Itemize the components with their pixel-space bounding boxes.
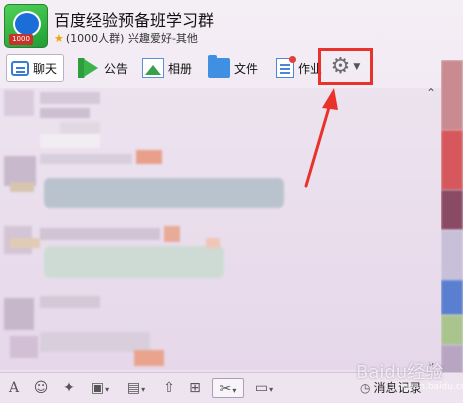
folder-icon: [208, 55, 230, 78]
tab-album[interactable]: 相册: [138, 54, 196, 82]
tab-bar: 聊天 公告 相册 文件 作业: [0, 52, 463, 86]
blurred-text: [40, 228, 160, 240]
blurred-text: [40, 134, 100, 148]
blurred-panel: [441, 315, 463, 345]
magic-icon[interactable]: ✦: [60, 378, 78, 398]
group-meta-text: (1000人群) 兴趣爱好-其他: [65, 32, 198, 45]
blurred-text: [40, 154, 132, 164]
watermark-subtext: jingyan.baidu.com: [392, 382, 463, 392]
blurred-panel: [441, 130, 463, 190]
tab-album-label: 相册: [168, 61, 193, 76]
tab-notice-label: 公告: [104, 61, 129, 76]
blurred-highlight: [136, 150, 162, 164]
blurred-bubble: [44, 246, 224, 278]
homework-icon: [276, 56, 296, 78]
blurred-panel: [441, 280, 463, 315]
blurred-bubble: [44, 178, 284, 208]
tab-notice[interactable]: 公告: [74, 54, 132, 82]
blurred-text: [10, 238, 40, 248]
watermark: Baidu经验: [356, 362, 444, 383]
blurred-text: [40, 92, 100, 104]
star-icon: ★: [54, 32, 64, 45]
blurred-panel: [441, 60, 463, 130]
group-avatar[interactable]: 1000: [4, 4, 48, 48]
side-panel-edge: [441, 60, 463, 403]
member-count-badge: 1000: [9, 34, 33, 45]
blurred-text: [40, 332, 150, 352]
blurred-panel: [441, 230, 463, 280]
group-name[interactable]: 百度经验预备班学习群: [54, 7, 214, 31]
upload-icon[interactable]: ⇧: [160, 378, 178, 398]
blurred-avatar: [4, 298, 34, 330]
blurred-text: [40, 296, 100, 308]
blurred-panel: [441, 190, 463, 230]
tab-chat[interactable]: 聊天: [6, 54, 64, 82]
group-meta: ★ (1000人群) 兴趣爱好-其他: [54, 30, 198, 46]
group-header: 1000 百度经验预备班学习群 ★ (1000人群) 兴趣爱好-其他: [0, 0, 463, 50]
chat-message-area[interactable]: [0, 88, 441, 370]
tab-chat-label: 聊天: [33, 61, 58, 76]
blurred-text: [10, 182, 34, 192]
blurred-text: [60, 122, 100, 134]
tab-files-label: 文件: [234, 61, 259, 76]
blurred-highlight: [134, 350, 164, 366]
gear-icon: ⚙: [330, 53, 351, 79]
font-icon[interactable]: A: [6, 378, 22, 398]
present-icon[interactable]: ⊞: [186, 378, 204, 398]
blurred-text: [10, 336, 38, 358]
screen-record-icon[interactable]: ▭▾: [250, 378, 278, 398]
blurred-avatar: [4, 90, 34, 116]
emoji-icon[interactable]: ☺: [32, 378, 50, 398]
image-icon[interactable]: ▤▾: [122, 378, 150, 398]
blurred-highlight: [164, 226, 180, 242]
scroll-up-button[interactable]: ⌃: [426, 86, 436, 100]
settings-button[interactable]: ⚙ ▼: [318, 48, 373, 85]
chevron-down-icon: ▼: [353, 61, 361, 72]
notification-dot: [289, 56, 296, 63]
flag-icon: [78, 58, 100, 78]
gift-icon[interactable]: ▣▾: [86, 378, 114, 398]
photo-icon: [142, 58, 164, 78]
blurred-text: [40, 108, 90, 118]
chat-icon: [11, 60, 29, 76]
tab-files[interactable]: 文件: [204, 54, 262, 82]
blurred-highlight: [206, 238, 220, 248]
scissors-icon[interactable]: ✂▾: [212, 378, 244, 398]
group-chat-window: 1000 百度经验预备班学习群 ★ (1000人群) 兴趣爱好-其他 聊天 公告 …: [0, 0, 463, 403]
